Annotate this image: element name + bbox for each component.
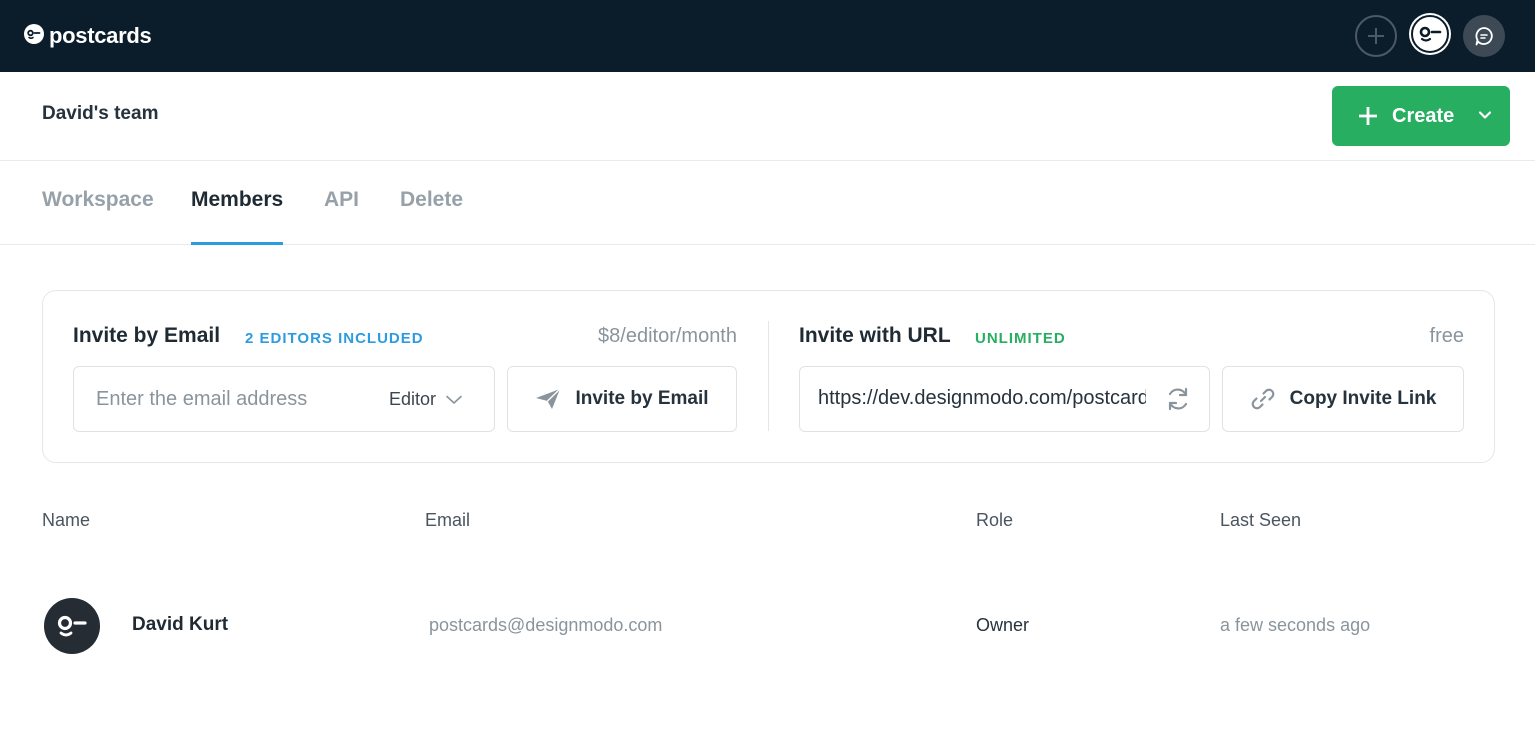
refresh-url-button[interactable]: [1165, 386, 1191, 417]
page-header: David's team Create: [0, 72, 1535, 161]
brand-name: postcards: [49, 23, 152, 48]
invite-url-input[interactable]: https://dev.designmodo.com/postcards/inv…: [818, 387, 1146, 410]
team-name: David's team: [42, 103, 159, 124]
avatar-icon: [57, 615, 87, 637]
invite-card: Invite by Email 2 EDITORS INCLUDED $8/ed…: [42, 290, 1495, 463]
user-avatar-button[interactable]: [1411, 15, 1449, 53]
create-button[interactable]: Create: [1332, 86, 1510, 146]
invite-by-email-label: Invite by Email: [575, 388, 709, 409]
url-price: free: [1429, 325, 1464, 347]
invite-email-title: Invite by Email: [73, 324, 221, 347]
email-input[interactable]: Enter the email address: [96, 388, 307, 411]
member-role: Owner: [976, 615, 1030, 635]
top-bar: postcards: [0, 0, 1535, 72]
column-header-last-seen: Last Seen: [1220, 510, 1302, 530]
member-email: postcards@designmodo.com: [429, 615, 663, 635]
send-icon: [536, 388, 561, 409]
plus-icon: [1359, 107, 1377, 125]
settings-tabs: Workspace Members API Delete: [0, 161, 1535, 245]
column-header-email: Email: [425, 510, 471, 530]
member-name: David Kurt: [132, 614, 229, 635]
role-select-value: Editor: [389, 389, 437, 409]
section-divider: [768, 321, 769, 431]
copy-invite-link-label: Copy Invite Link: [1289, 388, 1437, 409]
member-last-seen: a few seconds ago: [1220, 615, 1371, 635]
column-header-name: Name: [42, 510, 91, 530]
column-header-role: Role: [976, 510, 1014, 530]
invite-by-email-button[interactable]: Invite by Email: [507, 366, 737, 432]
brand-logo[interactable]: postcards: [24, 22, 152, 50]
avatar: [44, 598, 100, 654]
copy-invite-link-button[interactable]: Copy Invite Link: [1222, 366, 1464, 432]
tab-members[interactable]: Members: [191, 188, 284, 245]
avatar-icon: [1419, 26, 1442, 42]
invite-url-title: Invite with URL: [799, 324, 951, 347]
new-button[interactable]: [1355, 15, 1397, 57]
email-field-group: Enter the email address Editor: [73, 366, 495, 432]
unlimited-badge: UNLIMITED: [975, 330, 1066, 347]
chevron-down-icon[interactable]: [1478, 108, 1492, 122]
link-icon: [1251, 388, 1274, 410]
create-button-label: Create: [1392, 104, 1455, 127]
editor-price: $8/editor/month: [598, 325, 737, 347]
plus-icon: [1368, 28, 1384, 44]
tab-api[interactable]: API: [324, 188, 359, 245]
logo-icon: [24, 23, 44, 49]
tab-workspace[interactable]: Workspace: [42, 188, 154, 245]
refresh-icon: [1168, 387, 1188, 411]
role-select[interactable]: Editor: [389, 389, 462, 410]
chevron-down-icon: [446, 395, 462, 404]
chat-icon: [1475, 27, 1493, 46]
editors-included-badge: 2 EDITORS INCLUDED: [245, 330, 424, 347]
invite-url-field: https://dev.designmodo.com/postcards/inv…: [799, 366, 1210, 432]
chat-button[interactable]: [1463, 15, 1505, 57]
tab-delete[interactable]: Delete: [400, 188, 463, 245]
